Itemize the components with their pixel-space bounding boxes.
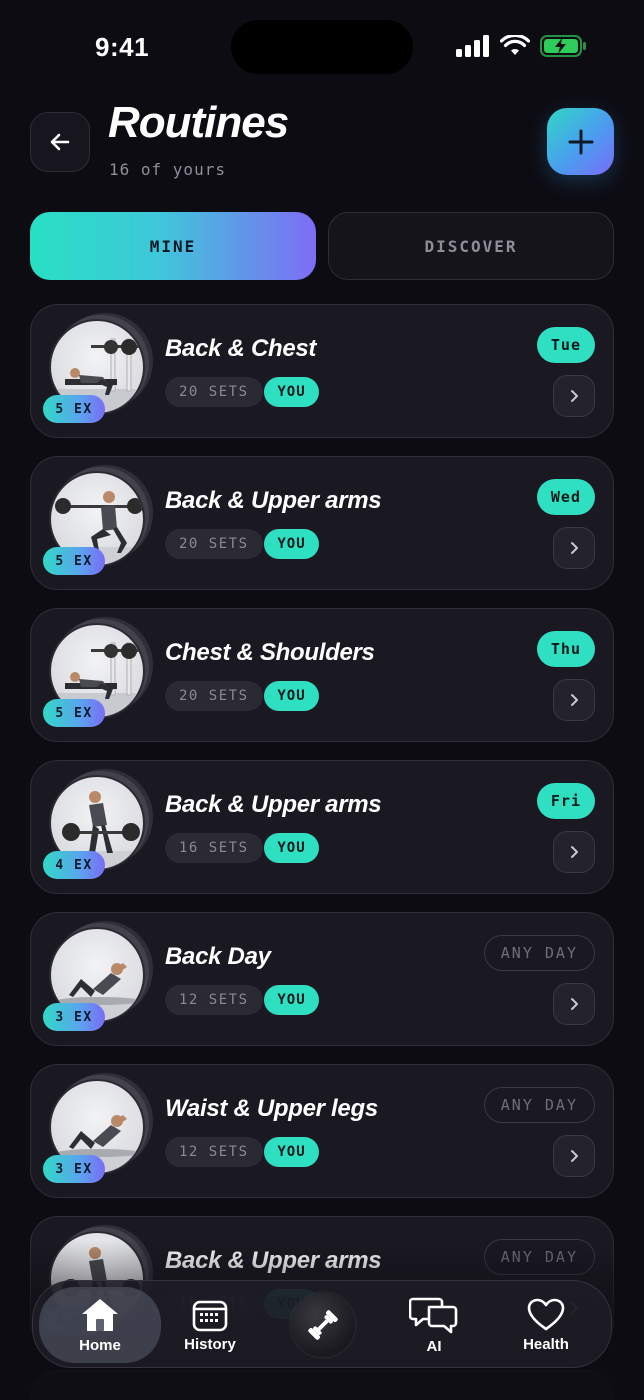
owner-pill: YOU	[264, 833, 319, 863]
open-routine-button[interactable]	[553, 527, 595, 569]
nav-ai[interactable]: AI	[379, 1281, 489, 1369]
calendar-icon	[192, 1300, 228, 1331]
home-icon	[82, 1298, 118, 1331]
chevron-right-icon	[571, 998, 578, 1010]
routine-title: Back Day	[165, 943, 271, 970]
add-routine-button[interactable]	[547, 108, 614, 175]
nav-history-label: History	[184, 1335, 236, 1353]
status-icons	[456, 34, 588, 58]
dynamic-island	[231, 20, 413, 74]
sets-count-pill: 20 SETS	[165, 681, 263, 711]
nav-ai-label: AI	[426, 1337, 442, 1355]
owner-pill: YOU	[264, 1137, 319, 1167]
open-routine-button[interactable]	[553, 831, 595, 873]
open-routine-button[interactable]	[553, 375, 595, 417]
owner-pill: YOU	[264, 985, 319, 1015]
owner-pill: YOU	[264, 681, 319, 711]
routine-card[interactable]: 3 EX Back Day 12 SETS YOU ANY DAY	[30, 912, 614, 1046]
exercise-count-badge: 5 EX	[43, 547, 105, 575]
arrow-left-icon	[50, 133, 70, 151]
nav-history[interactable]: History	[155, 1281, 265, 1369]
nav-home[interactable]: Home	[39, 1287, 161, 1363]
day-pill: ANY DAY	[483, 935, 595, 971]
routine-title: Back & Upper arms	[165, 791, 382, 818]
dumbbell-icon	[308, 1310, 338, 1340]
chevron-right-icon	[571, 1150, 578, 1162]
day-pill: Tue	[536, 327, 595, 363]
routine-card[interactable]: 5 EX Back & Chest 20 SETS YOU Tue	[30, 304, 614, 438]
chevron-right-icon	[571, 846, 578, 858]
chat-bubbles-icon	[409, 1297, 458, 1333]
chevron-right-icon	[571, 390, 578, 402]
routine-thumbnail: 4 EX	[43, 769, 155, 879]
routine-card[interactable]: 5 EX Chest & Shoulders 20 SETS YOU Thu	[30, 608, 614, 742]
exercise-count-badge: 3 EX	[43, 1155, 105, 1183]
status-time: 9:41	[95, 32, 150, 62]
routine-title: Waist & Upper legs	[165, 1095, 378, 1122]
exercise-count-badge: 4 EX	[43, 851, 105, 879]
open-routine-button[interactable]	[553, 1135, 595, 1177]
routine-card[interactable]: 4 EX Back & Upper arms 16 SETS YOU Fri	[30, 760, 614, 894]
page-subtitle: 16 of yours	[109, 160, 226, 179]
exercise-count-badge: 3 EX	[43, 1003, 105, 1031]
page-title: Routines	[108, 98, 289, 147]
exercise-count-badge: 5 EX	[43, 699, 105, 727]
day-pill: Fri	[536, 783, 595, 819]
nav-health[interactable]: Health	[491, 1281, 601, 1369]
open-routine-button[interactable]	[553, 679, 595, 721]
wifi-icon	[500, 35, 530, 55]
sets-count-pill: 12 SETS	[165, 1137, 263, 1167]
routine-title: Back & Chest	[165, 335, 317, 362]
sets-count-pill: 16 SETS	[165, 833, 263, 863]
routine-thumbnail: 5 EX	[43, 617, 155, 727]
sets-count-pill: 20 SETS	[165, 529, 263, 559]
sets-count-pill: 12 SETS	[165, 985, 263, 1015]
sets-count-pill: 20 SETS	[165, 377, 263, 407]
routine-thumbnail: 5 EX	[43, 313, 155, 423]
nav-home-label: Home	[79, 1336, 121, 1354]
tab-discover[interactable]: DISCOVER	[328, 212, 614, 280]
routine-card[interactable]: 3 EX Waist & Upper legs 12 SETS YOU ANY DAY	[30, 1064, 614, 1198]
exercise-count-badge: 5 EX	[43, 395, 105, 423]
battery-charging-icon	[540, 35, 586, 57]
tab-mine[interactable]: MINE	[30, 212, 316, 280]
back-button[interactable]	[30, 112, 90, 172]
routine-card[interactable]: 5 EX Back & Upper arms 20 SETS YOU Wed	[30, 456, 614, 590]
routine-title: Back & Upper arms	[165, 487, 382, 514]
owner-pill: YOU	[264, 377, 319, 407]
routine-title: Chest & Shoulders	[165, 639, 375, 666]
routine-thumbnail: 3 EX	[43, 921, 155, 1031]
day-pill: Thu	[536, 631, 595, 667]
day-pill: ANY DAY	[483, 1087, 595, 1123]
day-pill: Wed	[536, 479, 595, 515]
owner-pill: YOU	[264, 529, 319, 559]
nav-health-label: Health	[523, 1335, 569, 1353]
status-bar: 9:41	[0, 0, 644, 96]
routine-thumbnail: 5 EX	[43, 465, 155, 575]
chevron-right-icon	[571, 542, 578, 554]
open-routine-button[interactable]	[553, 983, 595, 1025]
chevron-right-icon	[571, 694, 578, 706]
plus-icon	[568, 129, 593, 154]
heart-icon	[527, 1298, 565, 1330]
bottom-nav: Home History AI Health	[32, 1280, 612, 1368]
start-workout-button[interactable]	[291, 1293, 355, 1357]
cellular-signal-icon	[456, 35, 489, 57]
routine-thumbnail: 3 EX	[43, 1073, 155, 1183]
